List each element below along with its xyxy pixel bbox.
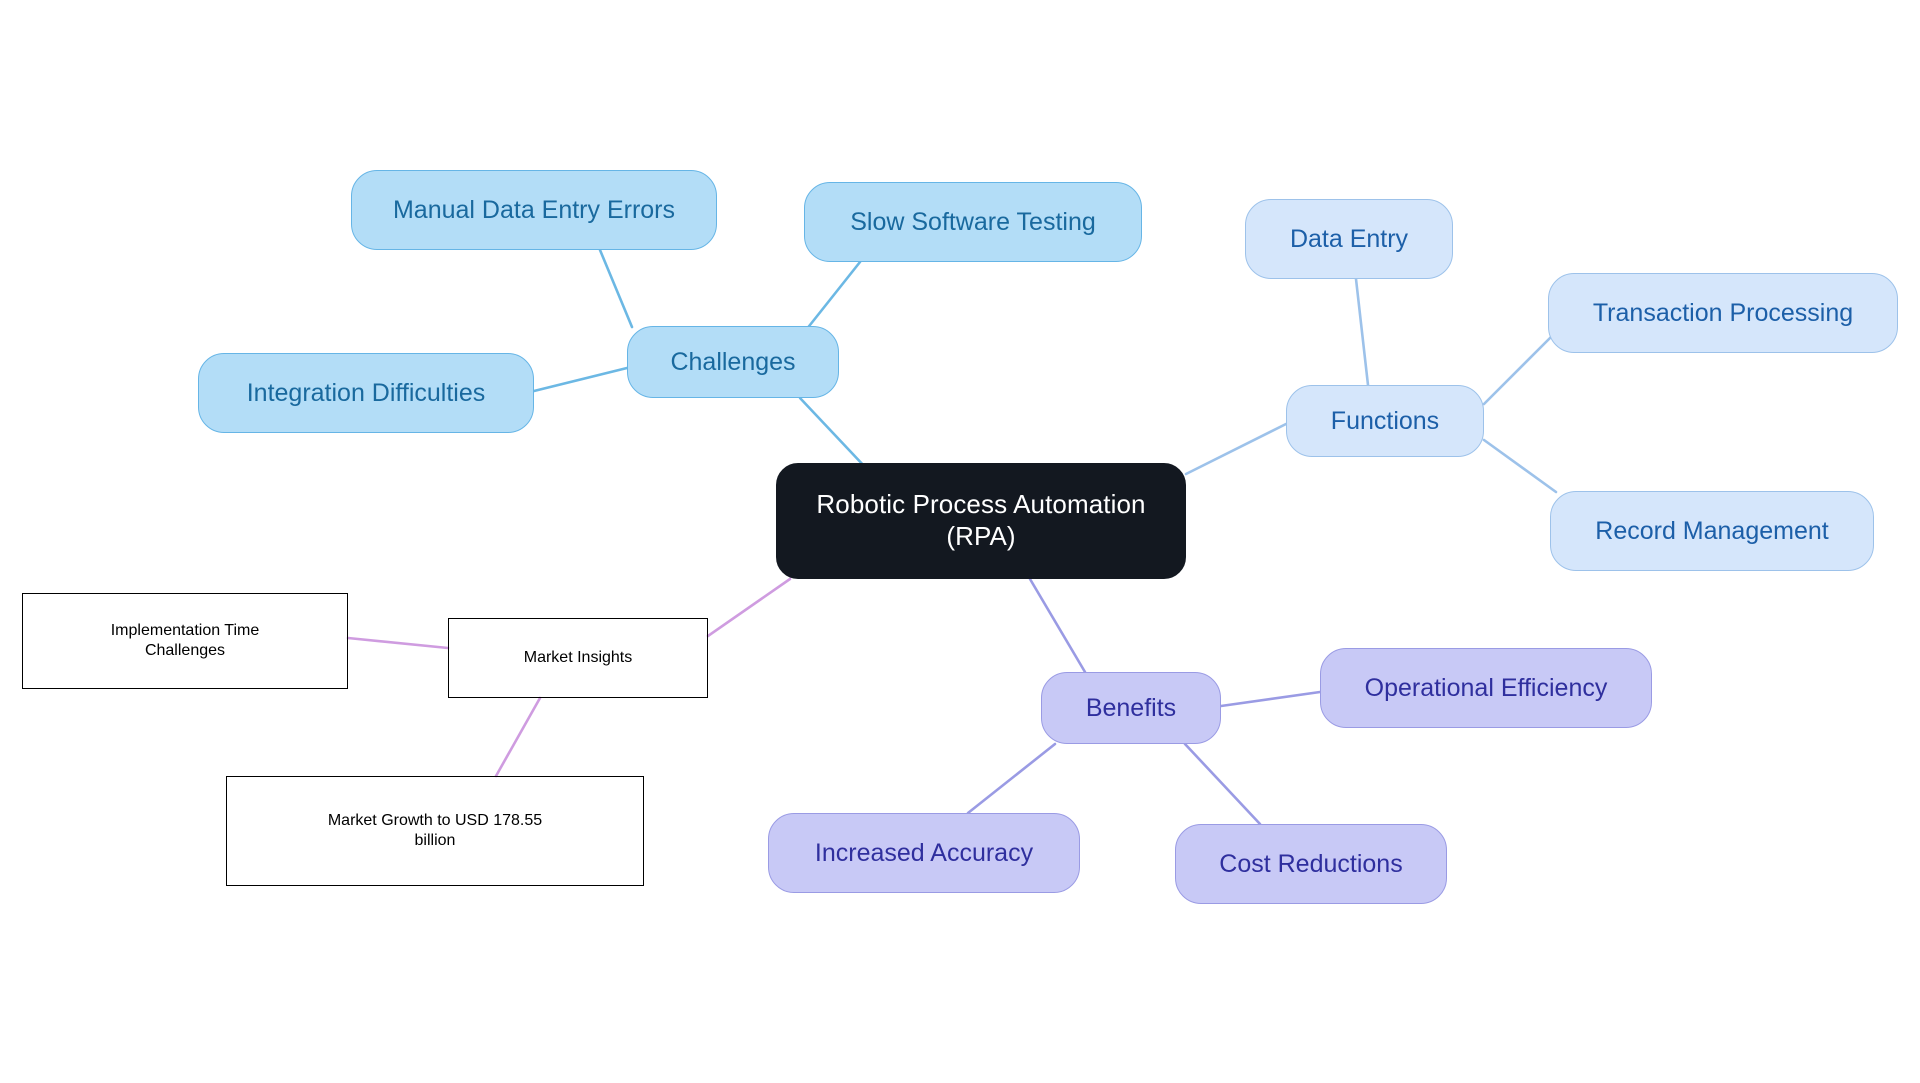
leaf-node-slow-software-testing[interactable]: Slow Software Testing [804,182,1142,262]
branch-node-functions[interactable]: Functions [1286,385,1484,457]
edge-functions-dataentry [1354,277,1370,387]
leaf-node-transaction-processing[interactable]: Transaction Processing [1548,273,1898,353]
edge-challenges-slow [804,260,862,332]
edge-root-challenges [798,396,868,470]
leaf-node-operational-efficiency[interactable]: Operational Efficiency [1320,648,1652,728]
branch-node-market-insights[interactable]: Market Insights [448,618,708,698]
leaf-node-record-management[interactable]: Record Management [1550,491,1874,571]
edge-market-growth [494,696,542,778]
edge-functions-transaction [1482,335,1553,406]
edge-functions-record [1482,438,1558,494]
edge-benefits-operational [1219,690,1322,708]
edge-benefits-cost [1183,742,1262,826]
edge-challenges-manual [598,248,634,329]
edge-market-implementation [346,636,450,650]
leaf-node-manual-data-entry-errors[interactable]: Manual Data Entry Errors [351,170,717,250]
leaf-node-increased-accuracy[interactable]: Increased Accuracy [768,813,1080,893]
edge-root-market [706,577,792,638]
mindmap-canvas: Robotic Process Automation (RPA) Challeng… [0,0,1920,1083]
edge-root-functions [1184,422,1288,476]
leaf-node-data-entry[interactable]: Data Entry [1245,199,1453,279]
leaf-node-implementation-time-challenges[interactable]: Implementation Time Challenges [22,593,348,689]
branch-node-challenges[interactable]: Challenges [627,326,839,398]
leaf-node-market-growth-usd[interactable]: Market Growth to USD 178.55 billion [226,776,644,886]
leaf-node-cost-reductions[interactable]: Cost Reductions [1175,824,1447,904]
edge-root-benefits [1028,577,1087,674]
leaf-node-integration-difficulties[interactable]: Integration Difficulties [198,353,534,433]
branch-node-benefits[interactable]: Benefits [1041,672,1221,744]
edge-challenges-integration [532,366,629,393]
root-node-root[interactable]: Robotic Process Automation (RPA) [776,463,1186,579]
edge-benefits-accuracy [966,742,1057,815]
